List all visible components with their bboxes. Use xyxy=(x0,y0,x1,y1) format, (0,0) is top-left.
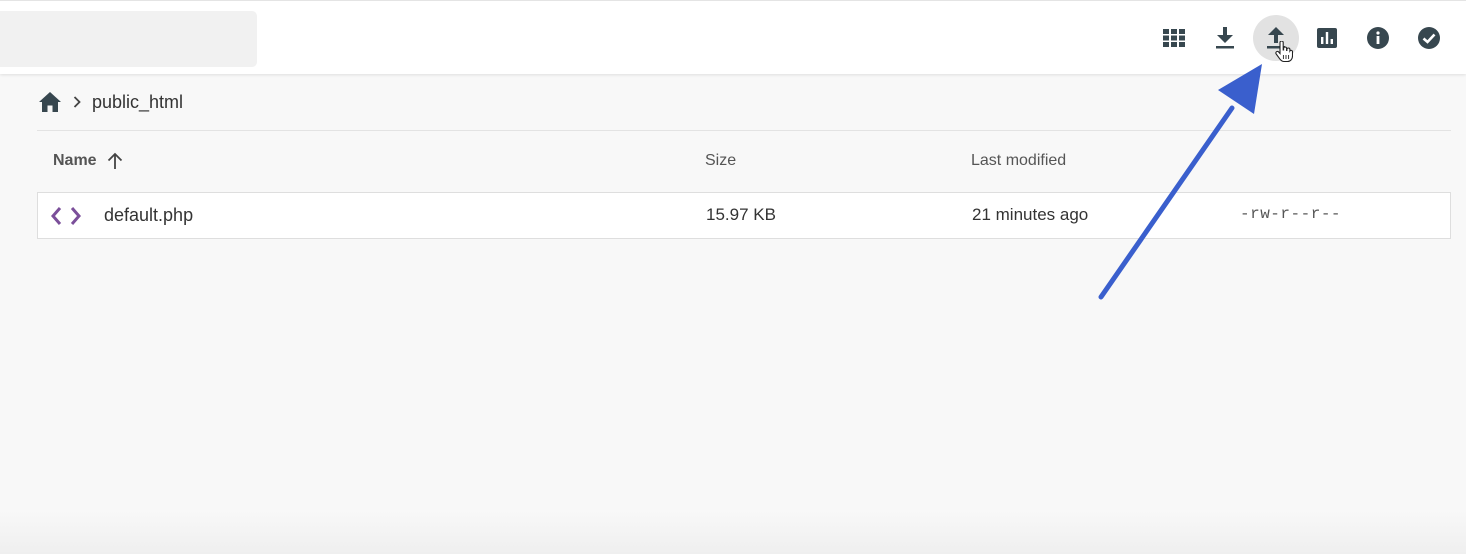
file-size: 15.97 KB xyxy=(706,205,776,224)
select-button[interactable] xyxy=(1406,15,1452,61)
file-type xyxy=(50,205,84,232)
column-header-modified[interactable]: Last modified xyxy=(971,152,1066,170)
info-button[interactable] xyxy=(1355,15,1401,61)
hand-cursor-icon xyxy=(1275,41,1293,63)
column-header-size[interactable]: Size xyxy=(705,152,736,170)
breadcrumb-divider xyxy=(37,130,1451,131)
stats-button[interactable] xyxy=(1304,15,1350,61)
grid-icon xyxy=(1163,29,1185,47)
file-name: default.php xyxy=(104,205,194,225)
grid-view-button[interactable] xyxy=(1151,15,1197,61)
upload-button[interactable] xyxy=(1253,15,1299,63)
top-header xyxy=(0,0,1466,74)
info-icon xyxy=(1367,27,1389,49)
table-row[interactable]: default.php 15.97 KB 21 minutes ago -rw-… xyxy=(37,192,1451,239)
bar-chart-icon xyxy=(1317,28,1337,48)
search-input[interactable] xyxy=(0,11,257,67)
chevron-right-icon xyxy=(73,96,81,108)
download-icon xyxy=(1216,27,1234,49)
annotation-arrow xyxy=(1098,64,1262,300)
column-header-name[interactable]: Name xyxy=(53,152,123,170)
table-header: Name Size Last modified xyxy=(37,144,1451,180)
download-button[interactable] xyxy=(1202,15,1248,61)
file-modified: 21 minutes ago xyxy=(972,205,1089,224)
toolbar xyxy=(1146,15,1452,63)
home-icon[interactable] xyxy=(38,91,62,113)
arrow-up-icon xyxy=(107,152,122,169)
breadcrumb: public_html xyxy=(38,88,183,116)
breadcrumb-current[interactable]: public_html xyxy=(92,92,183,113)
code-icon xyxy=(51,207,81,225)
file-permissions: -rw-r--r-- xyxy=(1240,205,1342,223)
check-circle-icon xyxy=(1418,27,1440,49)
column-name-label: Name xyxy=(53,152,97,169)
breadcrumb-separator xyxy=(72,95,82,109)
file-manager-page: public_html Name Size Last modified defa… xyxy=(0,0,1466,554)
